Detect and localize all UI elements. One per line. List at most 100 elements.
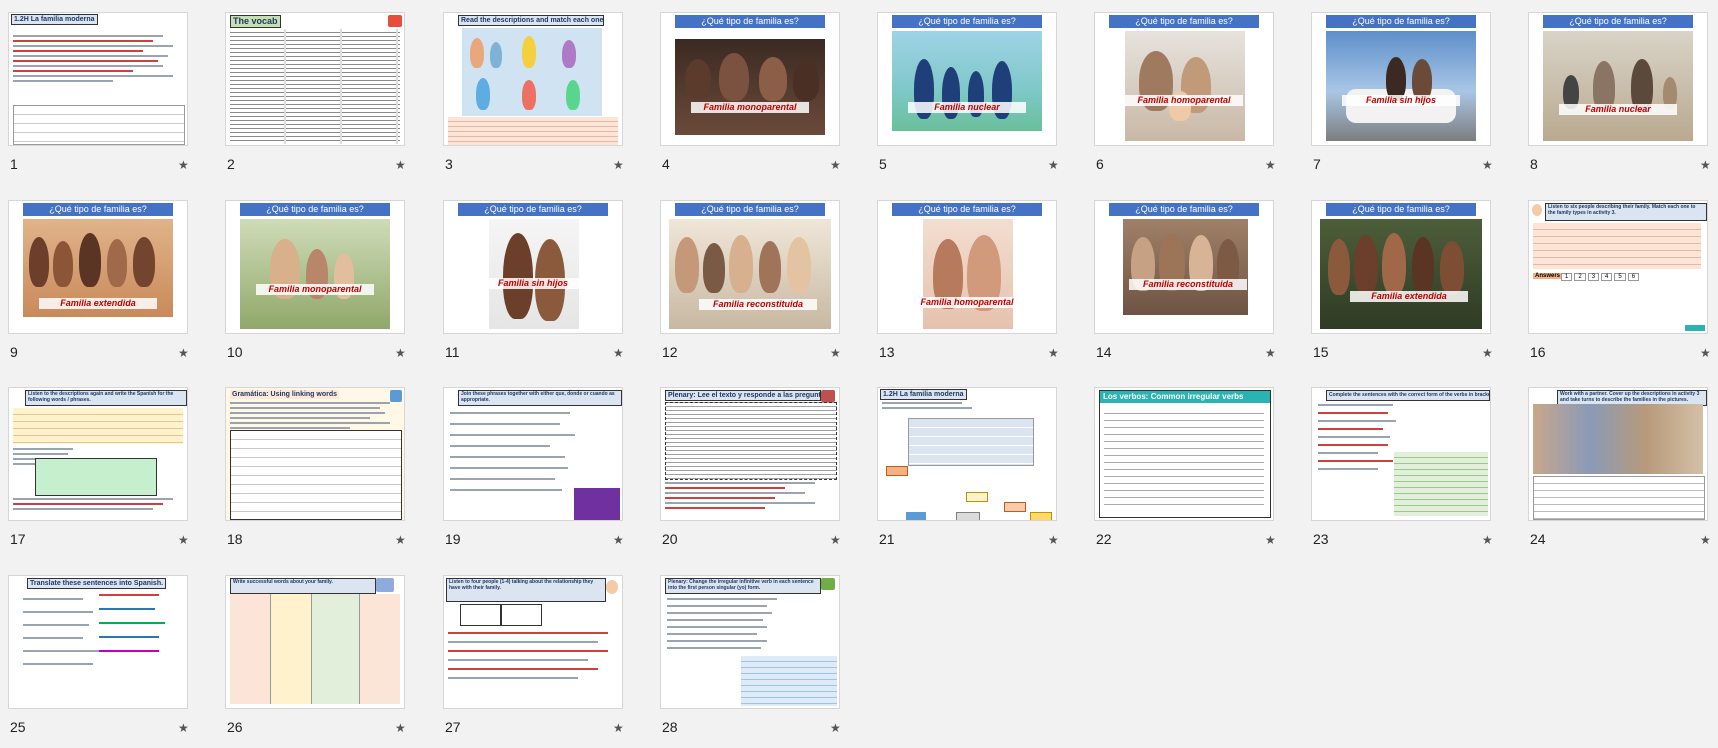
vocab-columns bbox=[230, 29, 400, 144]
family-photo bbox=[923, 219, 1013, 329]
slide-thumbnail-25[interactable]: Translate these sentences into Spanish. bbox=[8, 575, 188, 709]
star-icon[interactable]: ★ bbox=[830, 346, 841, 360]
star-icon[interactable]: ★ bbox=[1048, 346, 1059, 360]
slide-thumbnail-19[interactable]: Join these phrases together with either … bbox=[443, 387, 623, 521]
slide-thumbnail-9[interactable]: ¿Qué tipo de familia es? Familia extendi… bbox=[8, 200, 188, 334]
slide-thumbnail-3[interactable]: Read the descriptions and match each one… bbox=[443, 12, 623, 146]
slide-thumbnail-13[interactable]: ¿Qué tipo de familia es? Familia homopar… bbox=[877, 200, 1057, 334]
slide-thumbnail-16[interactable]: Listen to six people describing their fa… bbox=[1528, 200, 1708, 334]
star-icon[interactable]: ★ bbox=[1700, 158, 1711, 172]
pencil-icon bbox=[376, 578, 394, 592]
star-icon[interactable]: ★ bbox=[1482, 533, 1493, 547]
star-icon[interactable]: ★ bbox=[830, 533, 841, 547]
slide-thumbnail-22[interactable]: Los verbos: Common irregular verbs bbox=[1094, 387, 1274, 521]
slide-title: ¿Qué tipo de familia es? bbox=[675, 203, 825, 216]
star-icon[interactable]: ★ bbox=[613, 721, 624, 735]
slide-number: 24 bbox=[1530, 531, 1546, 547]
star-icon[interactable]: ★ bbox=[1265, 158, 1276, 172]
answers-row: 1 2 3 4 5 6 bbox=[1561, 273, 1640, 281]
slide-title: ¿Qué tipo de familia es? bbox=[1326, 203, 1476, 216]
slide-title: Read the descriptions and match each one… bbox=[458, 15, 604, 26]
star-icon[interactable]: ★ bbox=[1700, 346, 1711, 360]
star-icon[interactable]: ★ bbox=[178, 533, 189, 547]
star-icon[interactable]: ★ bbox=[1265, 533, 1276, 547]
slide-thumbnail-14[interactable]: ¿Qué tipo de familia es? Familia reconst… bbox=[1094, 200, 1274, 334]
slide-number: 19 bbox=[445, 531, 461, 547]
family-caption: Familia reconstituida bbox=[1129, 279, 1247, 290]
writing-grid bbox=[230, 594, 401, 704]
star-icon[interactable]: ★ bbox=[395, 721, 406, 735]
star-icon[interactable]: ★ bbox=[178, 346, 189, 360]
slide-thumbnail-1[interactable]: 1.2H La familia moderna bbox=[8, 12, 188, 146]
slide-thumbnail-4[interactable]: ¿Qué tipo de familia es? Familia monopar… bbox=[660, 12, 840, 146]
star-icon[interactable]: ★ bbox=[1048, 158, 1059, 172]
slide-thumbnail-8[interactable]: ¿Qué tipo de familia es? Familia nuclear bbox=[1528, 12, 1708, 146]
text-body bbox=[13, 498, 181, 513]
slide-number: 11 bbox=[445, 344, 460, 360]
slide-thumbnail-11[interactable]: ¿Qué tipo de familia es? Familia sin hij… bbox=[443, 200, 623, 334]
slide-thumbnail-28[interactable]: Plenary: Change the irregular infinitive… bbox=[660, 575, 840, 709]
slide-title: 1.2H La familia moderna bbox=[11, 14, 98, 25]
slide-number: 20 bbox=[662, 531, 678, 547]
family-photo bbox=[1123, 219, 1248, 315]
slide-thumbnail-17[interactable]: Listen to the descriptions again and wri… bbox=[8, 387, 188, 521]
family-caption: Familia extendida bbox=[1350, 291, 1468, 302]
slide-thumbnail-21[interactable]: 1.2H La familia moderna bbox=[877, 387, 1057, 521]
slide-thumbnail-23[interactable]: Complete the sentences with the correct … bbox=[1311, 387, 1491, 521]
descriptions-table bbox=[448, 117, 618, 145]
slide-number: 15 bbox=[1313, 344, 1329, 360]
slide-title: ¿Qué tipo de familia es? bbox=[23, 203, 173, 216]
ear-icon bbox=[1532, 204, 1542, 216]
star-icon[interactable]: ★ bbox=[395, 158, 406, 172]
slide-number: 8 bbox=[1530, 156, 1538, 172]
star-icon[interactable]: ★ bbox=[178, 158, 189, 172]
star-icon[interactable]: ★ bbox=[830, 158, 841, 172]
text-body bbox=[13, 35, 181, 85]
slide-title: Join these phrases together with either … bbox=[458, 390, 622, 406]
star-icon[interactable]: ★ bbox=[613, 533, 624, 547]
slide-thumbnail-2[interactable]: The vocab bbox=[225, 12, 405, 146]
family-photo bbox=[1326, 31, 1476, 141]
star-icon[interactable]: ★ bbox=[178, 721, 189, 735]
family-caption: Familia sin hijos bbox=[474, 278, 592, 289]
slide-title: Complete the sentences with the correct … bbox=[1326, 390, 1490, 401]
slide-thumbnail-24[interactable]: Work with a partner. Cover up the descri… bbox=[1528, 387, 1708, 521]
family-photo bbox=[1320, 219, 1482, 329]
book-icon bbox=[821, 390, 835, 402]
slide-number: 18 bbox=[227, 531, 243, 547]
star-icon[interactable]: ★ bbox=[613, 346, 624, 360]
slide-number: 6 bbox=[1096, 156, 1104, 172]
family-caption: Familia sin hijos bbox=[1342, 95, 1460, 106]
corner-tag bbox=[1685, 325, 1705, 331]
family-caption: Familia nuclear bbox=[908, 102, 1026, 113]
exercise-box bbox=[230, 430, 402, 520]
slide-thumbnail-18[interactable]: Gramática: Using linking words bbox=[225, 387, 405, 521]
slide-thumbnail-27[interactable]: Listen to four people (1-4) talking abou… bbox=[443, 575, 623, 709]
slide-thumbnail-7[interactable]: ¿Qué tipo de familia es? Familia sin hij… bbox=[1311, 12, 1491, 146]
slide-thumbnail-12[interactable]: ¿Qué tipo de familia es? Familia reconst… bbox=[660, 200, 840, 334]
star-icon[interactable]: ★ bbox=[830, 721, 841, 735]
slide-thumbnail-5[interactable]: ¿Qué tipo de familia es? Familia nuclear bbox=[877, 12, 1057, 146]
slide-title: Listen to six people describing their fa… bbox=[1545, 203, 1707, 221]
hints bbox=[99, 594, 179, 655]
sentence-list bbox=[1318, 404, 1398, 476]
star-icon[interactable]: ★ bbox=[395, 533, 406, 547]
star-icon[interactable]: ★ bbox=[613, 158, 624, 172]
slide-thumbnail-6[interactable]: ¿Qué tipo de familia es? Familia homopar… bbox=[1094, 12, 1274, 146]
logo-icon bbox=[388, 15, 402, 27]
star-icon[interactable]: ★ bbox=[1265, 346, 1276, 360]
slide-thumbnail-20[interactable]: Plenary: Lee el texto y responde a las p… bbox=[660, 387, 840, 521]
star-icon[interactable]: ★ bbox=[1482, 158, 1493, 172]
star-icon[interactable]: ★ bbox=[1700, 533, 1711, 547]
slide-thumbnail-26[interactable]: Write successful words about your family… bbox=[225, 575, 405, 709]
slide-number: 28 bbox=[662, 719, 678, 735]
slide-thumbnail-15[interactable]: ¿Qué tipo de familia es? Familia extendi… bbox=[1311, 200, 1491, 334]
questions bbox=[665, 482, 833, 512]
slide-thumbnail-10[interactable]: ¿Qué tipo de familia es? Familia monopar… bbox=[225, 200, 405, 334]
slide-title: Write successful words about your family… bbox=[230, 578, 376, 594]
star-icon[interactable]: ★ bbox=[1482, 346, 1493, 360]
star-icon[interactable]: ★ bbox=[1048, 533, 1059, 547]
star-icon[interactable]: ★ bbox=[395, 346, 406, 360]
slide-number: 14 bbox=[1096, 344, 1112, 360]
family-caption: Familia monoparental bbox=[256, 284, 374, 295]
